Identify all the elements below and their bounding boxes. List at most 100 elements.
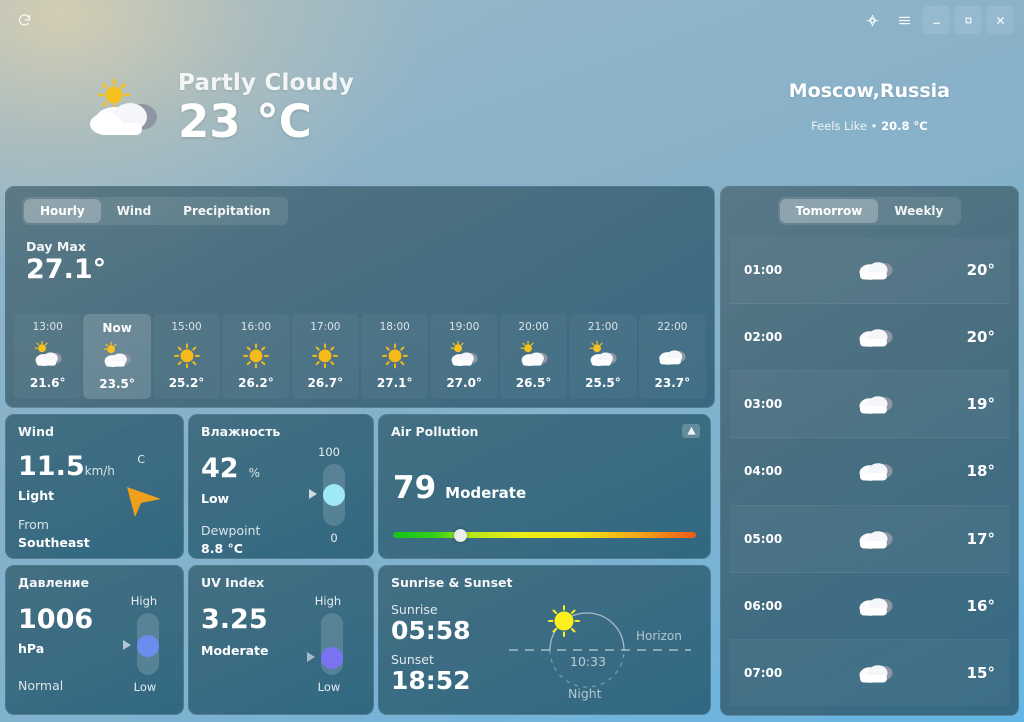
forecast-tab-group: Hourly Wind Precipitation xyxy=(22,197,289,225)
air-pollution-marker[interactable] xyxy=(453,528,467,542)
pressure-slider-knob[interactable] xyxy=(137,635,159,657)
partly-cloudy-icon xyxy=(520,340,548,366)
cloudy-icon xyxy=(800,524,951,554)
partly-cloudy-icon xyxy=(34,340,62,366)
hourly-time: 16:00 xyxy=(240,321,272,333)
hourly-card[interactable]: 18:00 27.1° xyxy=(361,314,429,399)
row-time: 01:00 xyxy=(744,263,783,278)
title-bar xyxy=(0,0,1024,40)
hourly-forecast-panel: Hourly Wind Precipitation Day Max 27.1° … xyxy=(5,186,715,408)
location-target-icon[interactable] xyxy=(858,6,886,34)
humidity-slider-knob[interactable] xyxy=(323,484,345,506)
hourly-temp: 25.5° xyxy=(585,375,621,390)
pressure-card-title: Давление xyxy=(18,575,89,590)
air-pollution-card-title: Air Pollution xyxy=(391,424,479,439)
row-time: 07:00 xyxy=(744,665,783,680)
hourly-strip[interactable]: 13:00 21.6° Now 23.5° 15:00 25.2° 16:00 … xyxy=(14,314,707,399)
cloudy-icon xyxy=(800,255,951,285)
close-icon[interactable] xyxy=(986,6,1014,34)
hourly-card[interactable]: 21:00 25.5° xyxy=(569,314,637,399)
list-item[interactable]: 07:00 15° xyxy=(730,640,1009,706)
minimize-icon[interactable] xyxy=(922,6,950,34)
hero-left: Partly Cloudy 23 °C xyxy=(84,72,354,147)
cloudy-icon xyxy=(800,322,951,352)
feels-like-value: 20.8 °C xyxy=(881,119,928,133)
hourly-temp: 23.5° xyxy=(99,377,135,391)
wind-direction-arrow-icon xyxy=(121,477,165,523)
hourly-temp: 27.0° xyxy=(446,375,482,390)
humidity-scale-max: 100 xyxy=(318,445,340,459)
humidity-value: 42 xyxy=(201,452,239,484)
pressure-scale-low: Low xyxy=(133,680,157,694)
pressure-scale-high: High xyxy=(130,594,158,608)
list-item[interactable]: 05:00 17° xyxy=(730,506,1009,573)
wind-card-title: Wind xyxy=(18,424,54,439)
sidebar-hourly-list: 01:00 20° 02:00 20° 03:00 19° 04:00 18° … xyxy=(730,237,1009,706)
detail-cards-row-2: Давление 1006 hPa Normal High Low UV Ind… xyxy=(5,565,715,715)
sunny-icon xyxy=(243,342,269,368)
tab-precipitation[interactable]: Precipitation xyxy=(167,199,286,223)
sunrise-sunset-card[interactable]: Sunrise & Sunset Sunrise 05:58 Sunset 18… xyxy=(378,565,711,715)
list-item[interactable]: 04:00 18° xyxy=(730,438,1009,506)
air-quality-chart-icon[interactable] xyxy=(682,424,700,438)
air-pollution-card[interactable]: Air Pollution 79 Moderate xyxy=(378,414,711,559)
wind-speed-value: 11.5 xyxy=(18,450,85,482)
sunny-icon xyxy=(312,342,339,368)
humidity-scale-min: 0 xyxy=(330,531,338,545)
hero-right: Moscow,Russia Feels Like • 20.8 °C xyxy=(789,82,950,134)
pressure-slider[interactable]: High Low xyxy=(123,594,159,694)
partly-cloudy-icon xyxy=(103,341,131,368)
uv-index-slider[interactable]: High Low xyxy=(307,594,343,694)
night-label: Night xyxy=(568,686,602,701)
day-max-label: Day Max xyxy=(26,239,86,254)
elapsed-time: 10:33 xyxy=(570,654,606,669)
hourly-card[interactable]: 16:00 26.2° xyxy=(222,314,290,399)
humidity-unit: % xyxy=(248,465,260,480)
cloudy-icon xyxy=(800,389,951,419)
hourly-card[interactable]: 13:00 21.6° xyxy=(14,314,82,399)
tab-wind[interactable]: Wind xyxy=(101,199,167,223)
row-temp: 15° xyxy=(966,663,995,682)
row-temp: 17° xyxy=(966,529,995,548)
tab-tomorrow[interactable]: Tomorrow xyxy=(779,199,879,223)
main-column: Hourly Wind Precipitation Day Max 27.1° … xyxy=(5,186,715,715)
hourly-time: Now xyxy=(102,321,132,335)
cloudy-icon xyxy=(659,349,686,365)
uv-slider-knob[interactable] xyxy=(321,647,343,669)
cloudy-icon xyxy=(800,591,951,621)
maximize-icon[interactable] xyxy=(954,6,982,34)
list-item[interactable]: 06:00 16° xyxy=(730,573,1009,640)
wind-speed: 11.5 km/h xyxy=(18,453,171,480)
hourly-temp: 25.2° xyxy=(168,375,205,390)
hourly-card-now[interactable]: Now 23.5° xyxy=(83,314,151,399)
hourly-temp: 23.7° xyxy=(654,375,691,390)
pressure-card[interactable]: Давление 1006 hPa Normal High Low xyxy=(5,565,184,715)
row-time: 05:00 xyxy=(744,531,783,546)
uv-index-card-title: UV Index xyxy=(201,575,265,590)
wind-speed-unit: km/h xyxy=(84,463,115,478)
wind-card[interactable]: Wind C 11.5 km/h Light From Southeast xyxy=(5,414,184,559)
air-pollution-value: 79 xyxy=(393,470,437,506)
list-item[interactable]: 01:00 20° xyxy=(730,237,1009,305)
humidity-slider-marker xyxy=(309,489,317,499)
hamburger-menu-icon[interactable] xyxy=(890,6,918,34)
hourly-card[interactable]: 22:00 23.7° xyxy=(638,314,707,399)
list-item[interactable]: 02:00 20° xyxy=(730,304,1009,372)
uv-index-card[interactable]: UV Index 3.25 Moderate High Low xyxy=(188,565,374,715)
tab-hourly[interactable]: Hourly xyxy=(24,199,101,223)
hourly-time: 13:00 xyxy=(32,321,63,333)
refresh-icon[interactable] xyxy=(10,6,38,34)
humidity-card-title: Влажность xyxy=(201,424,281,439)
page-title: Partly Cloudy xyxy=(178,70,354,96)
hourly-card[interactable]: 20:00 26.5° xyxy=(499,314,568,399)
air-pollution-scale[interactable] xyxy=(393,528,696,542)
row-time: 03:00 xyxy=(744,397,783,412)
tab-weekly[interactable]: Weekly xyxy=(878,199,959,223)
list-item[interactable]: 03:00 19° xyxy=(730,371,1009,439)
pressure-slider-marker xyxy=(123,640,131,650)
humidity-card[interactable]: Влажность 42 % Low Dewpoint 8.8 °C 100 0 xyxy=(188,414,374,559)
humidity-slider[interactable]: 100 0 xyxy=(309,445,345,545)
hourly-card[interactable]: 17:00 26.7° xyxy=(291,314,360,399)
hourly-card[interactable]: 19:00 27.0° xyxy=(430,314,498,399)
hourly-card[interactable]: 15:00 25.2° xyxy=(152,314,221,399)
